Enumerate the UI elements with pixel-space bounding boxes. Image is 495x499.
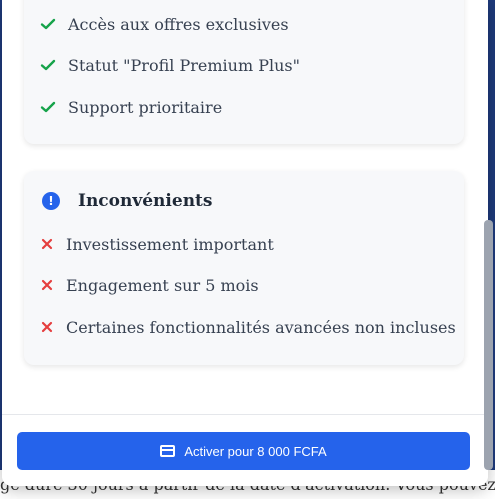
activate-button-label: Activer pour 8 000 FCFA: [184, 443, 327, 459]
advantage-label: Accès aux offres exclusives: [68, 14, 289, 34]
advantage-label: Statut "Profil Premium Plus": [68, 55, 300, 75]
disadvantage-item: Certaines fonctionnalités avancées non i…: [40, 316, 456, 338]
check-icon: [40, 99, 56, 115]
advantages-card: Accès aux offres exclusives Statut "Prof…: [24, 0, 464, 144]
scrollbar[interactable]: [484, 220, 493, 470]
modal-body: Accès aux offres exclusives Statut "Prof…: [2, 0, 488, 414]
disadvantages-header: ! Inconvénients: [42, 189, 212, 213]
advantage-label: Support prioritaire: [68, 97, 223, 117]
premium-modal: Accès aux offres exclusives Statut "Prof…: [2, 0, 488, 486]
x-icon: [40, 320, 54, 334]
x-icon: [40, 237, 54, 251]
disadvantage-label: Certaines fonctionnalités avancées non i…: [66, 317, 456, 337]
x-icon: [40, 278, 54, 292]
activate-button[interactable]: Activer pour 8 000 FCFA: [17, 432, 470, 470]
disadvantage-item: Engagement sur 5 mois: [40, 274, 259, 296]
disadvantage-item: Investissement important: [40, 233, 274, 255]
advantage-item: Accès aux offres exclusives: [40, 13, 289, 35]
disadvantage-label: Engagement sur 5 mois: [66, 275, 259, 295]
disadvantages-card: ! Inconvénients Investissement important…: [24, 171, 464, 365]
disadvantages-title: Inconvénients: [78, 191, 213, 211]
modal-footer: Activer pour 8 000 FCFA: [2, 414, 488, 486]
credit-card-icon: [160, 445, 176, 457]
advantage-item: Statut "Profil Premium Plus": [40, 54, 300, 76]
disadvantage-label: Investissement important: [66, 234, 274, 254]
advantage-item: Support prioritaire: [40, 96, 222, 118]
check-icon: [40, 57, 56, 73]
info-icon: !: [42, 192, 60, 210]
check-icon: [40, 16, 56, 32]
